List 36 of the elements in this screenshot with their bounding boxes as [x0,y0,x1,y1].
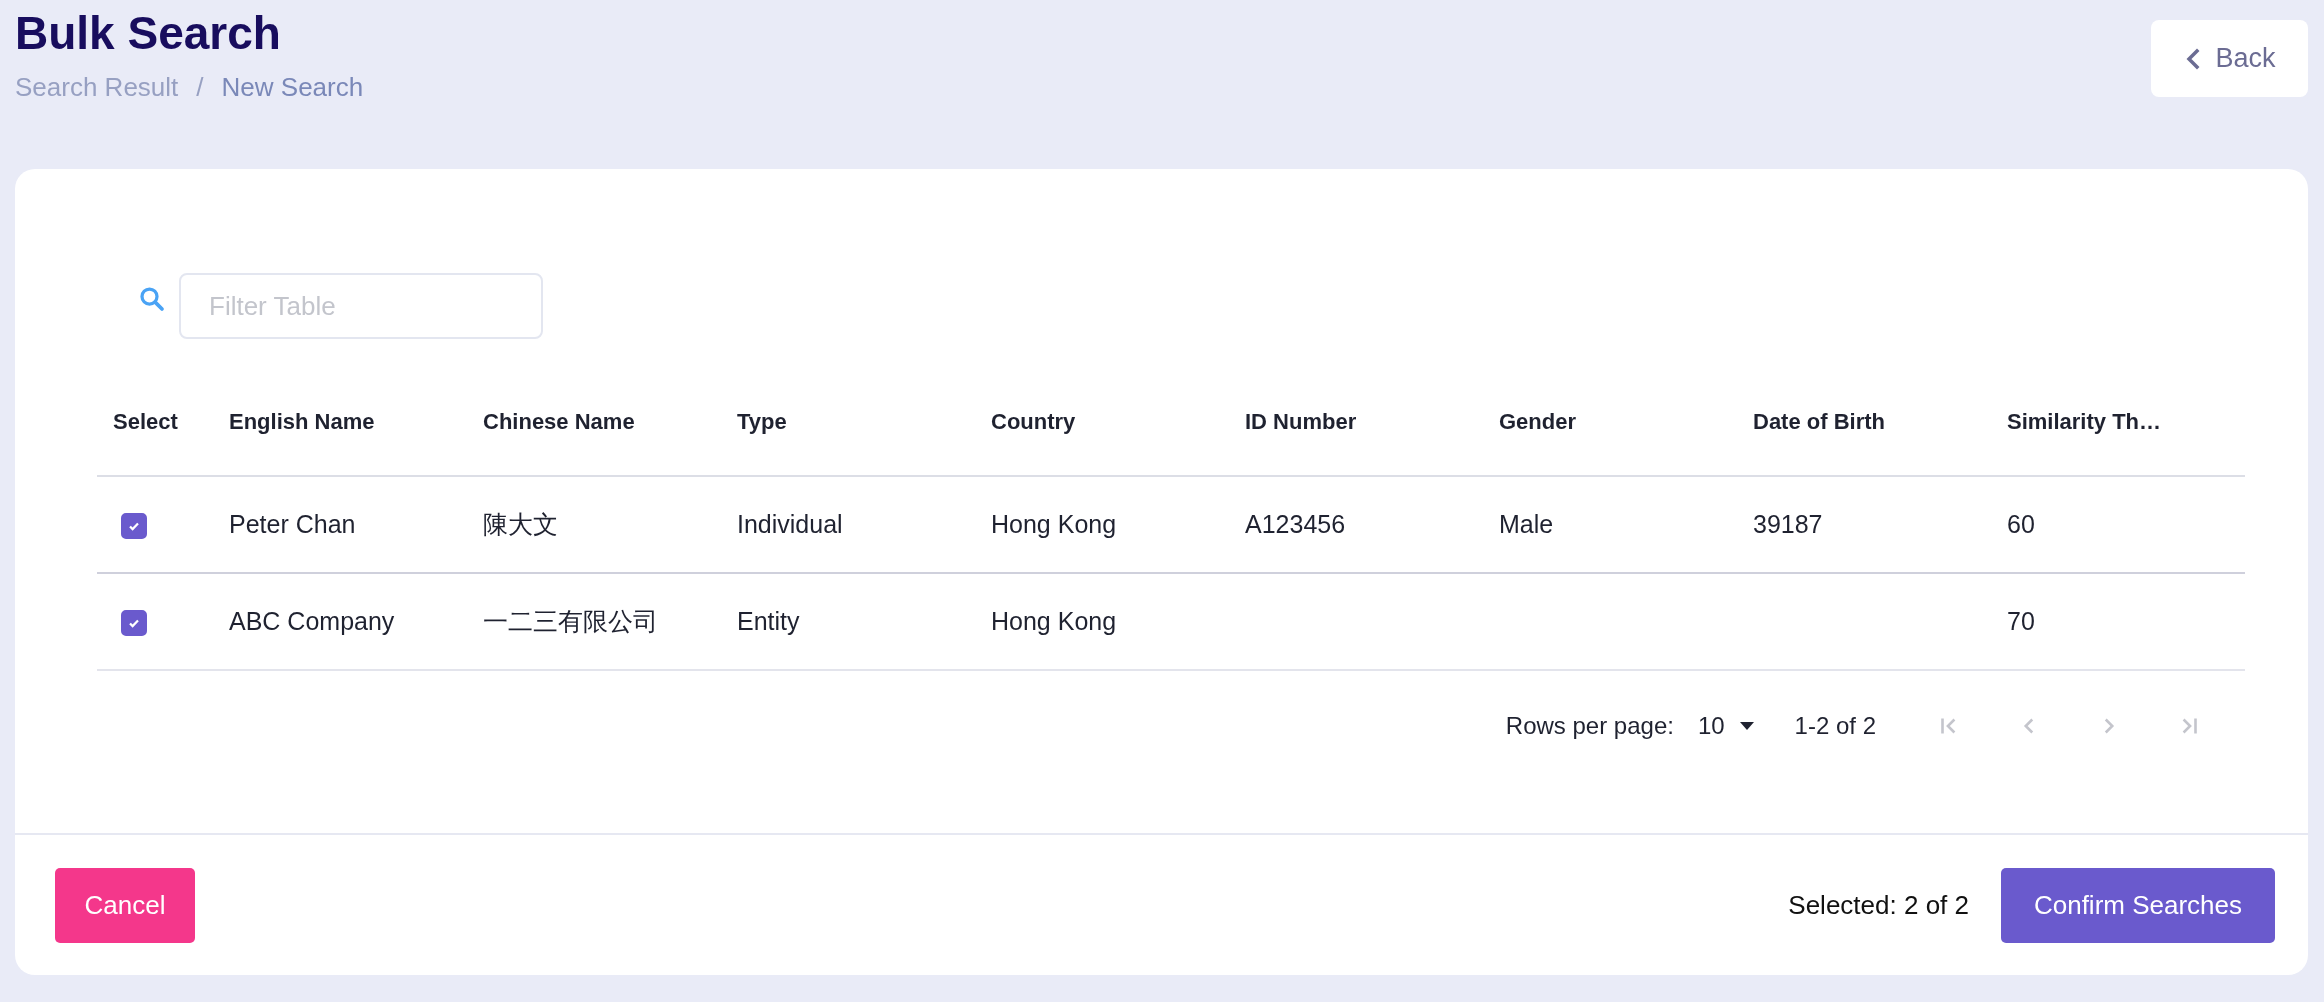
column-header[interactable]: Chinese Name [467,369,721,476]
page-range: 1-2 of 2 [1794,712,1876,740]
dropdown-caret-icon [1738,721,1755,731]
column-header[interactable]: Country [975,369,1229,476]
table-cell: Hong Kong [991,510,1117,538]
column-header[interactable]: Date of Birth [1737,369,1991,476]
cancel-button[interactable]: Cancel [55,867,195,943]
checkbox[interactable] [121,513,147,539]
column-header[interactable]: English Name [213,369,467,476]
rows-per-page-label: Rows per page: [1505,712,1674,740]
confirm-searches-button[interactable]: Confirm Searches [2001,867,2275,943]
table-cell: 陳大文 [483,510,558,538]
table-cell: Hong Kong [991,607,1117,635]
column-header[interactable]: Gender [1483,369,1737,476]
table-cell: 一二三有限公司 [483,607,658,635]
search-icon [137,284,167,314]
table-cell: A123456 [1245,510,1346,538]
page-title: Bulk Search [15,6,282,60]
table-cell: 70 [2007,607,2035,635]
column-header[interactable]: ID Number [1229,369,1483,476]
back-button[interactable]: Back [2151,20,2308,97]
breadcrumb-separator: / [196,72,204,103]
table-cell: 60 [2007,510,2035,538]
filter-field[interactable]: Filter Table [179,273,543,339]
column-header[interactable]: Select [97,369,213,476]
column-header[interactable]: Type [721,369,975,476]
table-cell: Entity [737,607,800,635]
column-header[interactable]: Similarity Th… [1991,369,2245,476]
selected-count: Selected: 2 of 2 [1788,889,1969,921]
table-cell: 39187 [1753,510,1823,538]
table-cell: Peter Chan [229,510,356,538]
table-cell: Male [1499,510,1554,538]
table-cell: ABC Company [229,607,395,635]
checkbox[interactable] [121,610,147,636]
table-cell: Individual [737,510,843,538]
rows-per-page-select[interactable]: 10 [1697,712,1755,740]
